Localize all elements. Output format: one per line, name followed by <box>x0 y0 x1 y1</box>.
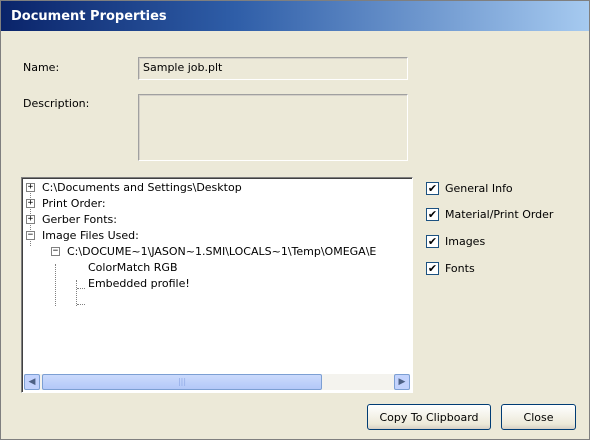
checkbox-label: Images <box>445 234 486 248</box>
close-button[interactable]: Close <box>501 404 576 430</box>
tree-connector <box>76 280 77 306</box>
scroll-right-icon[interactable]: ▶ <box>394 374 410 390</box>
expand-icon[interactable]: + <box>26 215 35 224</box>
title-bar[interactable]: Document Properties <box>1 1 589 31</box>
checkbox-material-print-order[interactable]: ✔ Material/Print Order <box>426 206 553 222</box>
tree-node-print-order[interactable]: Print Order: <box>42 196 106 212</box>
expand-icon[interactable]: + <box>26 183 35 192</box>
checkbox-images[interactable]: ✔ Images <box>426 233 485 249</box>
tree-connector <box>55 264 56 306</box>
tree-connector <box>77 288 85 289</box>
checkbox-label: Material/Print Order <box>445 207 554 221</box>
checkbox-icon[interactable]: ✔ <box>426 234 439 248</box>
scroll-left-icon[interactable]: ◀ <box>24 374 40 390</box>
tree-node-image-path[interactable]: C:\DOCUME~1\JASON~1.SMI\LOCALS~1\Temp\OM… <box>67 244 376 260</box>
checkbox-label: General Info <box>445 181 513 195</box>
document-properties-dialog: Document Properties Name: Sample job.plt… <box>0 0 590 440</box>
horizontal-scrollbar[interactable]: ◀ ||| ▶ <box>24 374 410 390</box>
name-value: Sample job.plt <box>143 61 223 74</box>
checkbox-label: Fonts <box>445 261 475 275</box>
expand-icon[interactable]: + <box>26 199 35 208</box>
checkbox-general-info[interactable]: ✔ General Info <box>426 180 513 196</box>
name-field[interactable]: Sample job.plt <box>138 57 408 80</box>
tree-connector <box>77 304 85 305</box>
description-field[interactable] <box>138 94 408 161</box>
checkbox-icon[interactable]: ✔ <box>426 181 439 195</box>
tree-node-gerber-fonts[interactable]: Gerber Fonts: <box>42 212 117 228</box>
checkbox-icon[interactable]: ✔ <box>426 207 439 221</box>
copy-to-clipboard-button[interactable]: Copy To Clipboard <box>367 404 491 430</box>
tree-node-colormatch[interactable]: ColorMatch RGB <box>88 260 178 276</box>
checkbox-icon[interactable]: ✔ <box>426 261 439 275</box>
properties-tree[interactable]: + C:\Documents and Settings\Desktop + Pr… <box>21 177 413 393</box>
collapse-icon[interactable]: − <box>26 231 35 240</box>
checkbox-fonts[interactable]: ✔ Fonts <box>426 260 475 276</box>
tree-node-embedded-profile[interactable]: Embedded profile! <box>88 276 190 292</box>
description-label: Description: <box>23 97 90 110</box>
tree-node-image-files[interactable]: Image Files Used: <box>42 228 139 244</box>
collapse-icon[interactable]: − <box>51 247 60 256</box>
scroll-thumb[interactable]: ||| <box>42 374 322 390</box>
dialog-title: Document Properties <box>11 8 167 24</box>
name-label: Name: <box>23 61 60 74</box>
tree-node-desktop[interactable]: C:\Documents and Settings\Desktop <box>42 180 242 196</box>
